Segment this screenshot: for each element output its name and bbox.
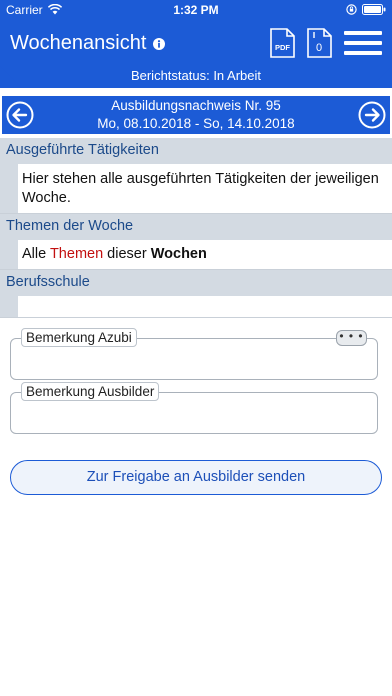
section-header-school: Berufsschule (0, 270, 392, 296)
menu-line-icon (344, 41, 382, 45)
report-number: Ausbildungsnachweis Nr. 95 (111, 98, 281, 113)
more-options-button[interactable]: • • • (336, 330, 367, 346)
info-icon[interactable] (153, 38, 165, 50)
report-status-band: Berichtstatus: In Arbeit (0, 66, 392, 88)
send-for-approval-button[interactable]: Zur Freigabe an Ausbilder senden (10, 460, 382, 495)
themes-text: Alle Themen dieser Wochen (22, 245, 382, 264)
clock: 1:32 PM (173, 3, 219, 17)
pdf-icon-label: PDF (275, 43, 290, 52)
title-bar: Wochenansicht PDF 0 (0, 20, 392, 66)
section-header-themes: Themen der Woche (0, 214, 392, 240)
themes-text-part: Alle (22, 246, 50, 262)
section-stripe (0, 296, 18, 317)
pdf-export-button[interactable]: PDF (269, 28, 295, 58)
attachment-count-button[interactable]: 0 (306, 28, 332, 58)
remark-azubi-label: Bemerkung Azubi (21, 328, 137, 347)
section-stripe (0, 164, 18, 213)
activities-text: Hier stehen alle ausgeführten Tätigkeite… (22, 171, 379, 206)
remark-ausbilder-field[interactable]: Bemerkung Ausbilder (10, 382, 378, 434)
status-right (346, 4, 386, 15)
section-title: Ausgeführte Tätigkeiten (6, 142, 159, 158)
week-navigation: Ausbildungsnachweis Nr. 95 Mo, 08.10.201… (2, 96, 390, 134)
page-title: Wochenansicht (10, 32, 147, 54)
rotation-lock-icon (346, 4, 357, 15)
menu-line-icon (344, 51, 382, 55)
menu-button[interactable] (344, 28, 382, 58)
report-date-range: Mo, 08.10.2018 - So, 14.10.2018 (97, 116, 295, 131)
report-status: Berichtstatus: In Arbeit (130, 68, 262, 83)
themes-text-bold: Wochen (150, 246, 207, 262)
themes-text-part: dieser (103, 246, 151, 262)
themes-field[interactable]: Alle Themen dieser Wochen (0, 240, 392, 270)
app-header: Carrier 1:32 PM Wochenansicht PDF 0 Beri… (0, 0, 392, 88)
section-title: Themen der Woche (6, 218, 134, 234)
themes-text-highlight: Themen (49, 246, 104, 262)
attachment-count: 0 (315, 42, 323, 54)
school-field[interactable] (0, 296, 392, 318)
ios-status-bar: Carrier 1:32 PM (0, 0, 392, 20)
section-header-activities: Ausgeführte Tätigkeiten (0, 138, 392, 164)
section-stripe (0, 240, 18, 269)
menu-line-icon (344, 31, 382, 35)
section-title: Berufsschule (6, 274, 90, 290)
remark-azubi-field[interactable]: Bemerkung Azubi • • • (10, 328, 378, 380)
battery-icon (362, 4, 386, 15)
remark-ausbilder-label: Bemerkung Ausbilder (21, 382, 160, 401)
next-week-button[interactable] (358, 101, 386, 129)
activities-field[interactable]: Hier stehen alle ausgeführten Tätigkeite… (0, 164, 392, 214)
pdf-document-icon: PDF (270, 28, 295, 58)
